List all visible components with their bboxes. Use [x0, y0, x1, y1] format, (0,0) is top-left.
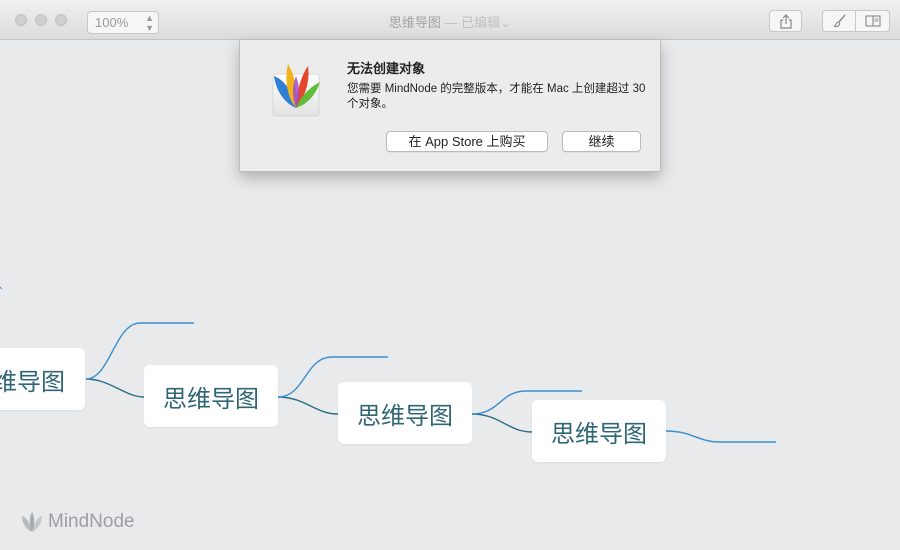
sidebar-icon: [864, 15, 881, 27]
buy-app-store-button[interactable]: 在 App Store 上购买: [386, 131, 548, 152]
share-icon: [779, 13, 792, 29]
mindnode-logo-icon: [22, 512, 42, 532]
document-name: 思维导图: [388, 15, 441, 30]
mindmap-node[interactable]: 思维导图: [144, 365, 278, 427]
title-separator: —: [440, 15, 462, 30]
title-bar: 100% ▲ ▼ 思维导图 — 已编辑⌄: [0, 0, 900, 40]
branch-line: [665, 430, 776, 443]
chevron-down-icon: ⌄: [500, 15, 512, 30]
alert-title: 无法创建对象: [347, 61, 426, 76]
mindnode-watermark: MindNode: [20, 511, 135, 533]
node-label: 思维导图: [357, 402, 453, 430]
window-title[interactable]: 思维导图 — 已编辑⌄: [0, 12, 900, 31]
connection-line: [277, 396, 339, 415]
share-button[interactable]: [769, 10, 802, 32]
alert-sheet: 无法创建对象 您需要 MindNode 的完整版本，才能在 Mac 上创建超过 …: [239, 40, 661, 172]
watermark-text: MindNode: [48, 511, 135, 532]
brush-icon: [832, 14, 846, 28]
node-label: 思维导图: [163, 385, 259, 413]
connection-line: [85, 378, 145, 398]
mindmap-node[interactable]: 思维导图: [0, 348, 85, 410]
edge-mark: [0, 286, 3, 290]
mindnode-app-icon: [272, 64, 320, 117]
continue-button[interactable]: 继续: [562, 131, 641, 152]
mindmap-node[interactable]: 思维导图: [532, 400, 666, 462]
alert-message: 您需要 MindNode 的完整版本，才能在 Mac 上创建超过 30 个对象。: [347, 83, 646, 110]
connection-line: [471, 413, 533, 433]
sidebar-toggle-button[interactable]: [856, 10, 890, 32]
mindmap-node[interactable]: 思维导图: [338, 382, 472, 444]
node-label: 思维导图: [0, 368, 65, 396]
node-label: 思维导图: [551, 420, 647, 448]
edited-status: 已编辑: [461, 15, 501, 30]
style-button[interactable]: [822, 10, 856, 32]
